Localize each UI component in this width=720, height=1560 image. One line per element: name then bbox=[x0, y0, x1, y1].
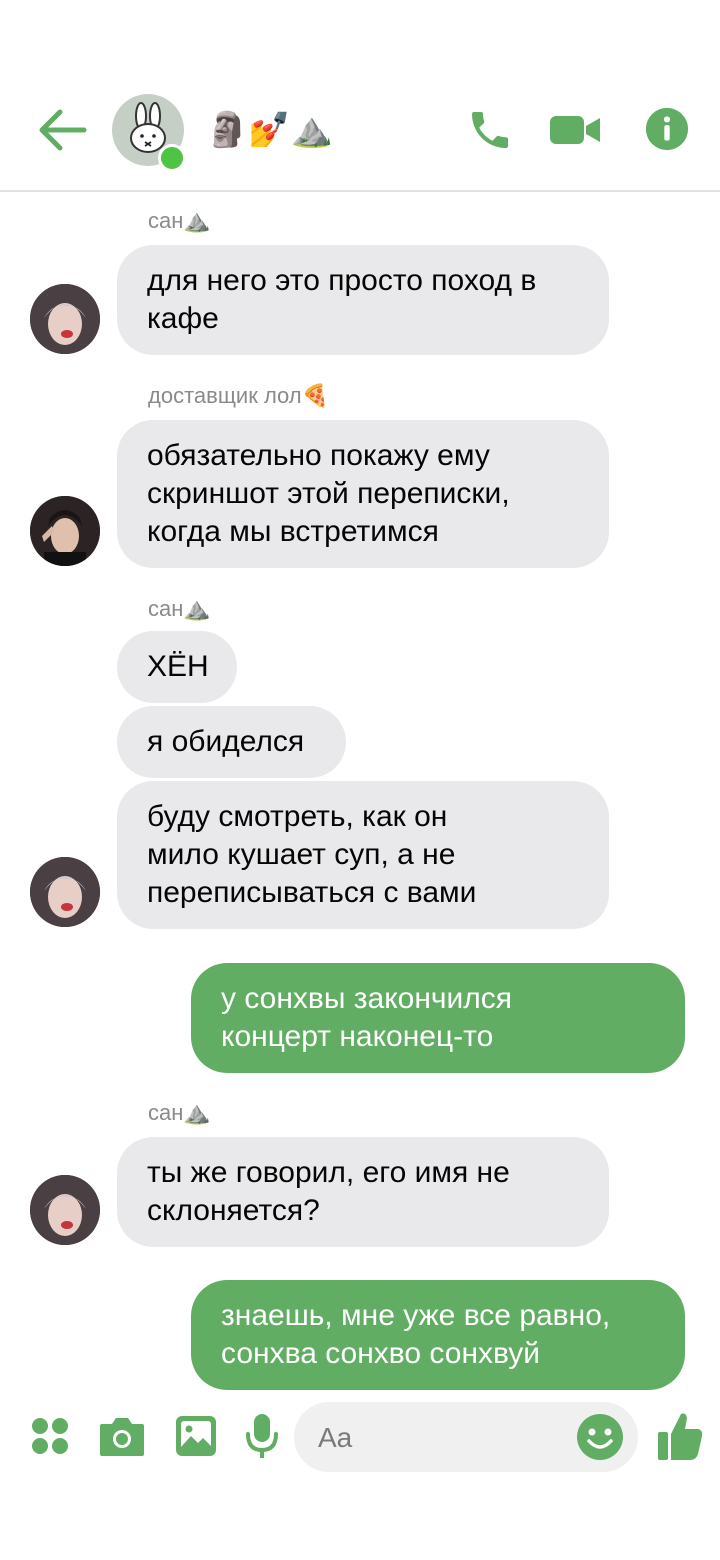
incoming-message-bubble[interactable]: я обиделся bbox=[117, 706, 346, 778]
sender-avatar[interactable] bbox=[30, 496, 100, 566]
arrow-left-icon[interactable] bbox=[38, 108, 88, 152]
incoming-message-bubble[interactable]: для него это просто поход в кафе bbox=[117, 245, 609, 355]
sender-avatar[interactable] bbox=[30, 857, 100, 927]
sender-name: сан⛰️ bbox=[148, 1100, 211, 1125]
phone-icon[interactable] bbox=[466, 106, 514, 154]
info-icon[interactable] bbox=[644, 106, 690, 152]
camera-icon[interactable] bbox=[98, 1414, 146, 1458]
sender-avatar[interactable] bbox=[30, 284, 100, 354]
microphone-icon[interactable] bbox=[244, 1412, 280, 1460]
gallery-icon[interactable] bbox=[174, 1414, 218, 1458]
thumbs-up-icon[interactable] bbox=[656, 1410, 704, 1462]
chat-header: 🗿💅⛰️ bbox=[0, 0, 720, 192]
video-camera-icon[interactable] bbox=[548, 106, 602, 154]
incoming-message-bubble[interactable]: ХЁН bbox=[117, 631, 237, 703]
outgoing-message-bubble[interactable]: у сонхвы закончился концерт наконец-то bbox=[191, 963, 685, 1073]
incoming-message-bubble[interactable]: обязательно покажу ему скриншот этой пер… bbox=[117, 420, 609, 568]
outgoing-message-bubble[interactable]: знаешь, мне уже все равно, сонхва сонхво… bbox=[191, 1280, 685, 1390]
emoji-icon[interactable] bbox=[576, 1413, 624, 1461]
sender-name: сан⛰️ bbox=[148, 596, 211, 621]
incoming-message-bubble[interactable]: ты же говорил, его имя не склоняется? bbox=[117, 1137, 609, 1247]
online-status-dot bbox=[158, 144, 186, 172]
apps-icon[interactable] bbox=[30, 1416, 70, 1456]
sender-name: сан⛰️ bbox=[148, 208, 211, 233]
incoming-message-bubble[interactable]: буду смотреть, как он мило кушает суп, а… bbox=[117, 781, 609, 929]
input-placeholder: Aa bbox=[318, 1422, 353, 1453]
sender-avatar[interactable] bbox=[30, 1175, 100, 1245]
chat-title[interactable]: 🗿💅⛰️ bbox=[206, 108, 333, 152]
message-input[interactable]: Aa bbox=[294, 1402, 638, 1472]
sender-name: доставщик лол🍕 bbox=[148, 383, 330, 408]
